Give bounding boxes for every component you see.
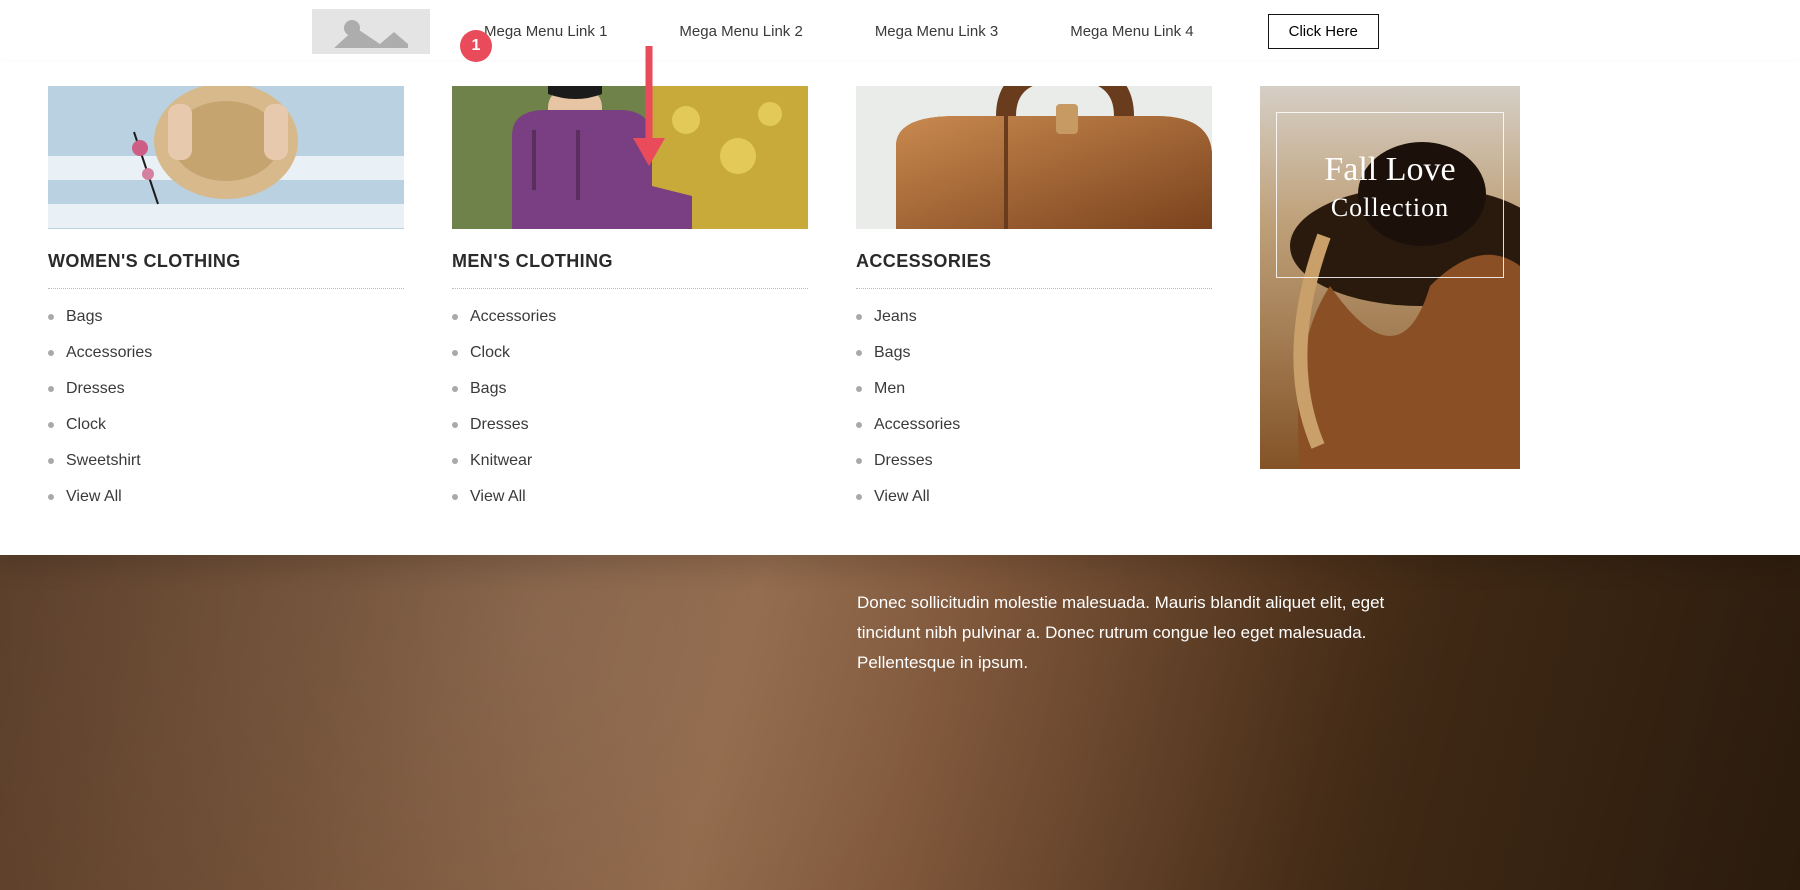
mega-promo[interactable]: Fall Love Collection <box>1260 86 1520 515</box>
mega-col-womens: WOMEN'S CLOTHING Bags Accessories Dresse… <box>48 86 404 515</box>
mega-item[interactable]: Clock <box>48 407 404 443</box>
mega-item[interactable]: Dresses <box>856 443 1212 479</box>
mega-col-title: MEN'S CLOTHING <box>452 251 808 289</box>
mega-item[interactable]: Accessories <box>856 407 1212 443</box>
nav-links: Mega Menu Link 1 Mega Menu Link 2 Mega M… <box>484 23 1194 40</box>
mega-item[interactable]: Men <box>856 371 1212 407</box>
mega-item[interactable]: Bags <box>856 335 1212 371</box>
mega-col-title: WOMEN'S CLOTHING <box>48 251 404 289</box>
mega-item[interactable]: Bags <box>48 299 404 335</box>
mega-item[interactable]: Jeans <box>856 299 1212 335</box>
mega-col-image-mens <box>452 86 808 229</box>
mega-menu-panel: WOMEN'S CLOTHING Bags Accessories Dresse… <box>0 62 1800 555</box>
nav-link-3[interactable]: Mega Menu Link 3 <box>875 23 998 40</box>
mega-col-list: Jeans Bags Men Accessories Dresses View … <box>856 299 1212 515</box>
nav-link-1[interactable]: Mega Menu Link 1 <box>484 23 607 40</box>
promo-line1: Fall Love <box>1260 151 1520 189</box>
mega-col-image-womens <box>48 86 404 229</box>
mega-item[interactable]: Bags <box>452 371 808 407</box>
logo-placeholder <box>312 9 430 54</box>
mega-item[interactable]: Clock <box>452 335 808 371</box>
mega-item[interactable]: Accessories <box>48 335 404 371</box>
hero-paragraph: Donec sollicitudin molestie malesuada. M… <box>857 588 1417 678</box>
mega-col-list: Accessories Clock Bags Dresses Knitwear … <box>452 299 808 515</box>
mega-col-image-accessories <box>856 86 1212 229</box>
nav-link-2[interactable]: Mega Menu Link 2 <box>679 23 802 40</box>
mega-item[interactable]: Dresses <box>48 371 404 407</box>
mega-col-accessories: ACCESSORIES Jeans Bags Men Accessories D… <box>856 86 1212 515</box>
mega-item[interactable]: Knitwear <box>452 443 808 479</box>
mega-col-title: ACCESSORIES <box>856 251 1212 289</box>
mega-col-list: Bags Accessories Dresses Clock Sweetshir… <box>48 299 404 515</box>
nav-link-4[interactable]: Mega Menu Link 4 <box>1070 23 1193 40</box>
navbar: Mega Menu Link 1 Mega Menu Link 2 Mega M… <box>0 0 1800 62</box>
mega-item[interactable]: Dresses <box>452 407 808 443</box>
mega-item[interactable]: Accessories <box>452 299 808 335</box>
mega-col-mens: MEN'S CLOTHING Accessories Clock Bags Dr… <box>452 86 808 515</box>
mega-item[interactable]: View All <box>452 479 808 515</box>
promo-text: Fall Love Collection <box>1260 151 1520 223</box>
mega-item[interactable]: Sweetshirt <box>48 443 404 479</box>
cta-button[interactable]: Click Here <box>1268 14 1379 49</box>
promo-line2: Collection <box>1260 193 1520 223</box>
mega-item[interactable]: View All <box>48 479 404 515</box>
annotation-badge-1: 1 <box>460 30 492 62</box>
mega-item[interactable]: View All <box>856 479 1212 515</box>
